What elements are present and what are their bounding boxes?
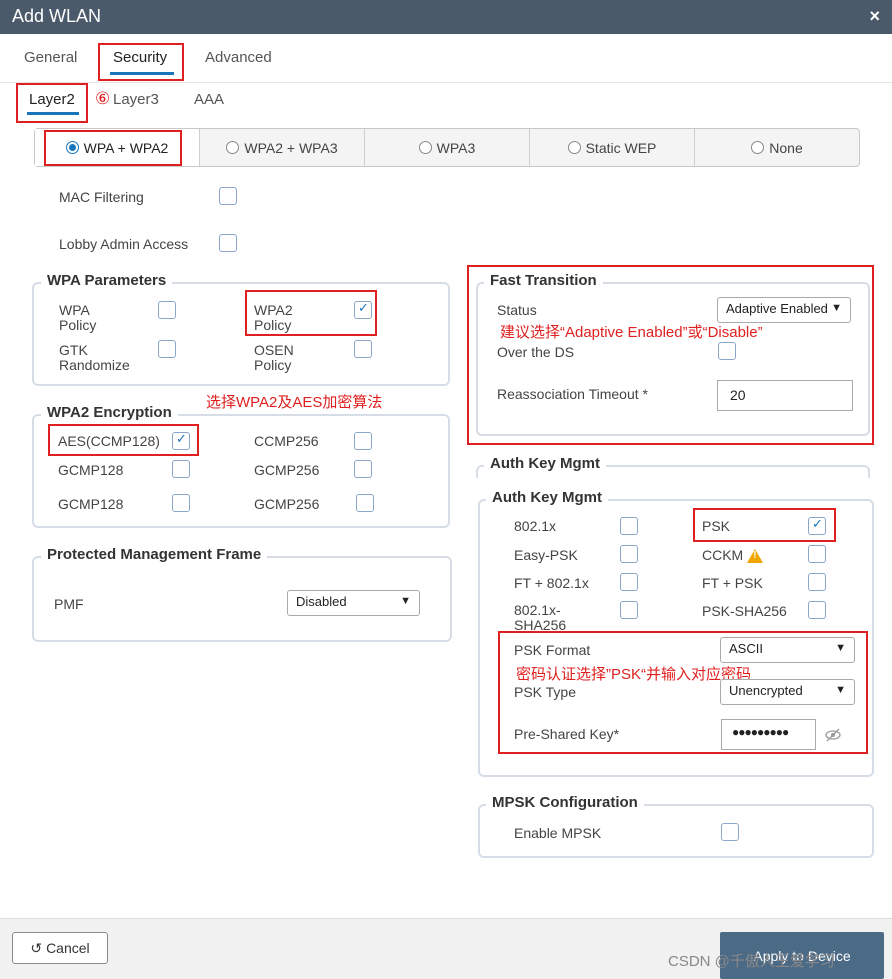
eye-slash-icon[interactable] (825, 727, 841, 743)
cancel-button[interactable]: ↺ Cancel (12, 932, 108, 964)
akm-easy-psk-checkbox[interactable] (620, 545, 638, 563)
tab-general[interactable]: General (24, 49, 77, 66)
preshared-key-input[interactable]: ●●●●●●●●● (721, 719, 816, 750)
step-marker: ⑥ (95, 89, 111, 108)
chevron-down-icon: ▼ (400, 595, 411, 607)
wpa2-encryption-title: WPA2 Encryption (41, 404, 178, 421)
radio-icon (418, 141, 432, 154)
akm-8021x-sha256-checkbox[interactable] (620, 601, 638, 619)
mode-static-wep[interactable]: Static WEP (530, 129, 695, 166)
akm-ft-8021x-checkbox[interactable] (620, 573, 638, 591)
akm-8021x-checkbox[interactable] (620, 517, 638, 535)
warning-icon (747, 549, 764, 564)
gcmp256-checkbox-overlap[interactable] (354, 460, 372, 478)
tab-divider (0, 82, 892, 83)
reassoc-timeout-input[interactable]: 20 (717, 380, 853, 411)
akm-ft-8021x-label: FT + 802.1x (514, 575, 589, 591)
subtab-aaa[interactable]: AAA (194, 91, 224, 108)
highlight-layer2-tab (16, 83, 88, 123)
psk-format-label: PSK Format (514, 642, 591, 658)
wpa-parameters-title: WPA Parameters (41, 272, 173, 289)
chevron-down-icon: ▼ (835, 684, 846, 696)
reassoc-timeout-label: Reassociation Timeout * (497, 386, 648, 402)
gcmp128-checkbox[interactable] (172, 494, 190, 512)
psk-type-label: PSK Type (514, 684, 577, 700)
undo-icon: ↺ (30, 939, 43, 956)
annotation-wpa2-aes: 选择WPA2及AES加密算法 (206, 394, 383, 411)
ft-status-label: Status (497, 302, 537, 318)
akm-ft-psk-checkbox[interactable] (808, 573, 826, 591)
mac-filtering-label: MAC Filtering (59, 189, 144, 205)
highlight-aes (48, 424, 199, 456)
psk-type-select[interactable]: Unencrypted ▼ (720, 679, 855, 705)
pmf-title: Protected Management Frame (41, 546, 268, 563)
lobby-admin-label: Lobby Admin Access (59, 236, 189, 252)
gcmp256-label-overlap: GCMP256 (254, 462, 320, 478)
window-title: Add WLAN (12, 6, 102, 26)
radio-icon (226, 141, 240, 154)
gcmp128-label: GCMP128 (58, 496, 124, 512)
preshared-key-label: Pre-Shared Key* (514, 726, 620, 742)
gtk-randomize-label: GTK Randomize (59, 342, 130, 373)
akm-easy-psk-label: Easy-PSK (514, 547, 578, 563)
title-bar: Add WLAN × (0, 0, 892, 34)
osen-policy-checkbox[interactable] (354, 340, 372, 358)
gcmp128-checkbox-overlap[interactable] (172, 460, 190, 478)
subtab-layer3[interactable]: Layer3 (113, 91, 159, 108)
radio-icon (751, 141, 765, 154)
osen-policy-label: OSEN Policy (254, 342, 294, 373)
ccmp256-label: CCMP256 (254, 433, 319, 449)
mac-filtering-checkbox[interactable] (219, 187, 237, 205)
auth-key-title: Auth Key Mgmt (486, 489, 608, 506)
annotation-psk: 密码认证选择”PSK“并输入对应密码 (516, 666, 752, 683)
chevron-down-icon: ▼ (835, 642, 846, 654)
mpsk-title: MPSK Configuration (486, 794, 644, 811)
psk-format-select[interactable]: ASCII ▼ (720, 637, 855, 663)
highlight-wpa-mode (44, 130, 182, 166)
akm-ft-psk-label: FT + PSK (702, 575, 763, 591)
highlight-psk (693, 508, 836, 542)
pmf-select[interactable]: Disabled ▼ (287, 590, 420, 616)
mode-wpa3[interactable]: WPA3 (365, 129, 530, 166)
enable-mpsk-label: Enable MPSK (514, 825, 602, 841)
ccmp256-checkbox[interactable] (354, 432, 372, 450)
enable-mpsk-checkbox[interactable] (721, 823, 739, 841)
wpa-policy-checkbox[interactable] (158, 301, 176, 319)
akm-cckm-label: CCKM (702, 548, 764, 564)
auth-key-title-bg: Auth Key Mgmt (484, 455, 606, 472)
gcmp256-checkbox[interactable] (356, 494, 374, 512)
over-ds-label: Over the DS (497, 344, 575, 360)
wpa-policy-label: WPA Policy (59, 302, 97, 333)
mode-wpa2-wpa3[interactable]: WPA2 + WPA3 (200, 129, 365, 166)
akm-psk-sha256-label: PSK-SHA256 (702, 603, 787, 619)
gcmp128-label-overlap: GCMP128 (58, 462, 124, 478)
highlight-wpa2-policy (245, 290, 377, 336)
watermark: CSDN @千傲人王爱学习 (668, 953, 835, 970)
ft-status-select[interactable]: Adaptive Enabled ▼ (717, 297, 851, 323)
radio-icon (567, 141, 581, 154)
annotation-ft: 建议选择“Adaptive Enabled”或“Disable” (500, 324, 763, 341)
lobby-admin-checkbox[interactable] (219, 234, 237, 252)
mode-none[interactable]: None (695, 129, 859, 166)
gcmp256-label: GCMP256 (254, 496, 320, 512)
tab-advanced[interactable]: Advanced (205, 49, 272, 66)
akm-8021x-sha256-label: 802.1x- SHA256 (514, 602, 567, 633)
highlight-security-tab (98, 43, 184, 81)
akm-cckm-checkbox[interactable] (808, 545, 826, 563)
akm-psk-sha256-checkbox[interactable] (808, 601, 826, 619)
over-ds-checkbox[interactable] (718, 342, 736, 360)
pmf-label: PMF (54, 596, 84, 612)
close-icon[interactable]: × (869, 6, 880, 27)
fast-transition-title: Fast Transition (484, 272, 603, 289)
chevron-down-icon: ▼ (831, 302, 842, 314)
akm-8021x-label: 802.1x (514, 518, 557, 534)
gtk-randomize-checkbox[interactable] (158, 340, 176, 358)
